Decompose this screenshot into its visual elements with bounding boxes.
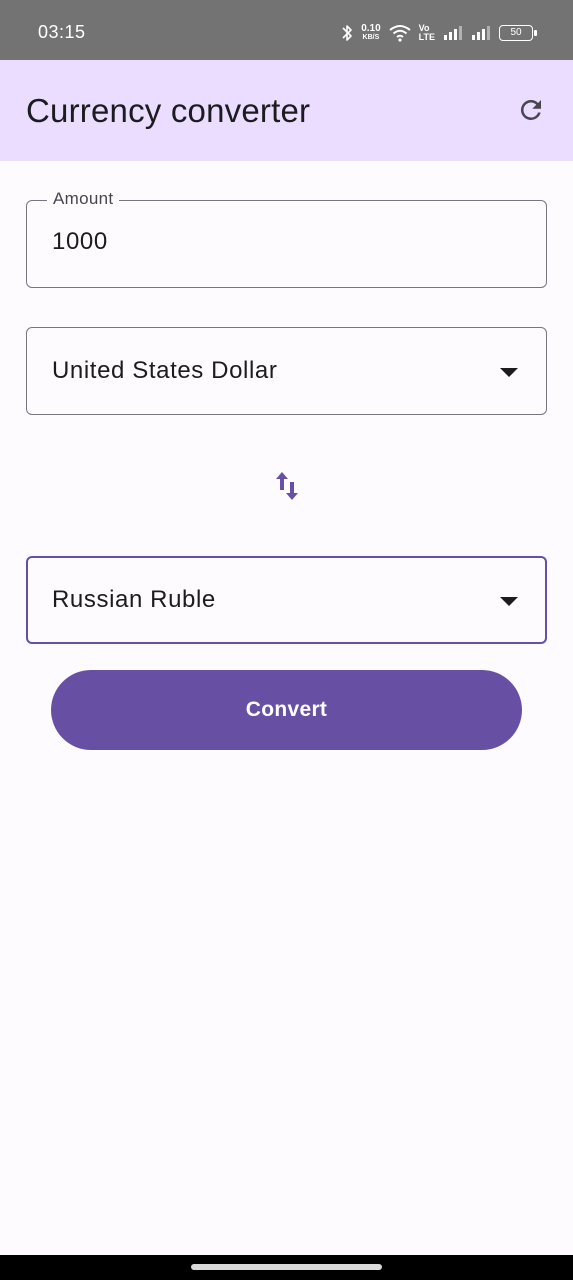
refresh-icon [520,99,541,120]
swap-currencies-button[interactable] [268,466,306,506]
status-bar: 03:15 0.10 KB/S Vo LTE 50 [0,0,573,60]
from-currency-value: United States Dollar [52,357,278,384]
app-bar: Currency converter [0,60,573,161]
network-speed-unit: KB/S [362,34,380,41]
from-currency-dropdown[interactable]: United States Dollar [26,327,547,415]
battery-icon: 50 [499,25,537,41]
refresh-button[interactable] [515,94,547,126]
home-indicator[interactable] [191,1264,382,1270]
signal-icon [444,26,462,40]
app-title: Currency converter [26,92,311,129]
swap-vert-icon [276,472,298,500]
bluetooth-icon [342,25,352,41]
amount-input[interactable] [52,228,512,256]
status-time: 03:15 [38,22,86,42]
amount-field[interactable]: Amount [26,189,547,288]
to-currency-dropdown[interactable]: Russian Ruble [26,556,547,644]
network-speed-value: 0.10 [361,23,381,34]
status-icons: 0.10 KB/S Vo LTE 50 [341,20,537,46]
network-speed: 0.10 KB/S [361,24,380,42]
amount-label: Amount [47,189,120,209]
volte-bottom: LTE [418,32,435,42]
dropdown-arrow-icon [500,597,518,606]
convert-button[interactable]: Convert [51,670,522,750]
navigation-bar [0,1255,573,1280]
signal-icon [472,26,490,40]
wifi-icon [389,25,411,42]
to-currency-value: Russian Ruble [52,586,216,613]
volte-indicator: Vo LTE [419,24,435,42]
dropdown-arrow-icon [500,368,518,377]
